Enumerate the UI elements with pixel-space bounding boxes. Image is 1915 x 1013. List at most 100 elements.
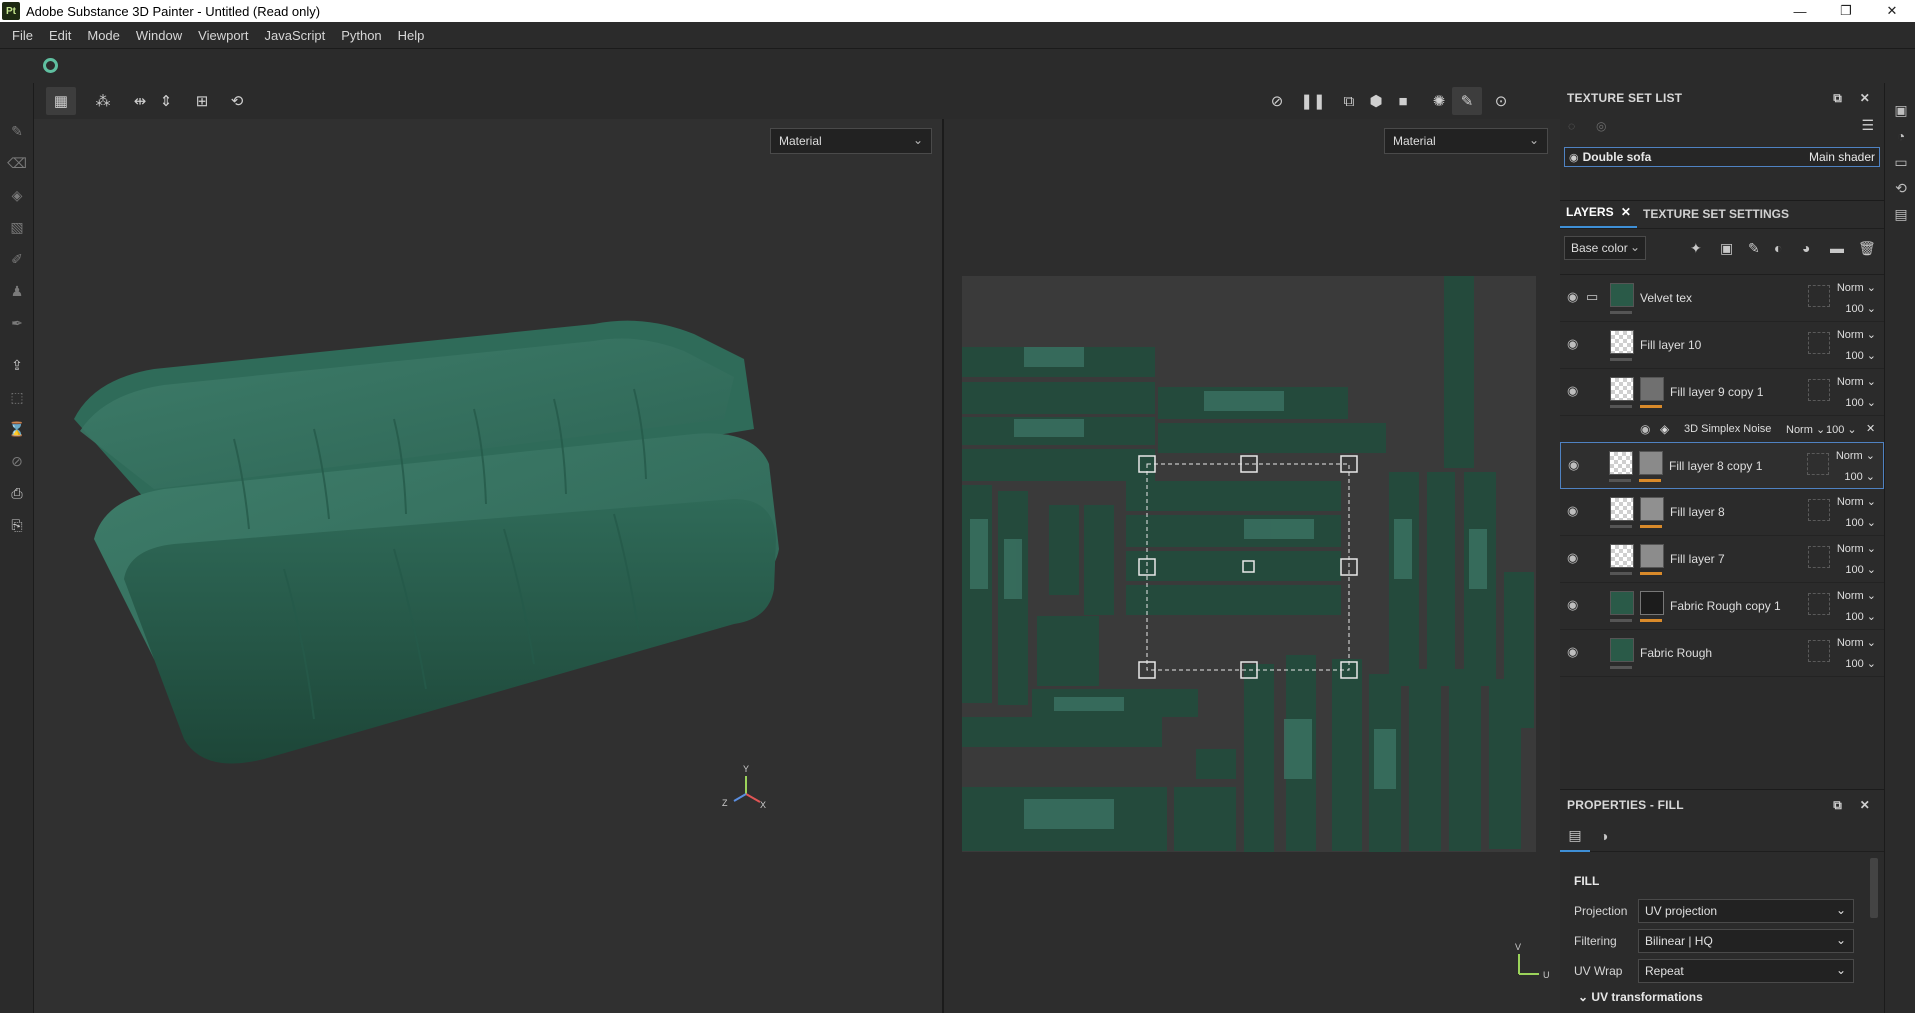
mask-slot[interactable]: [1808, 285, 1830, 307]
layer-fill-10[interactable]: ◉ Fill layer 10 Norm ⌄ 100 ⌄: [1560, 322, 1884, 369]
eye-icon[interactable]: ◉: [1567, 336, 1578, 352]
close-tab-icon[interactable]: ✕: [1621, 205, 1631, 219]
mask-slot[interactable]: [1808, 379, 1830, 401]
menu-help[interactable]: Help: [390, 28, 433, 43]
display-settings-icon[interactable]: ▣: [1892, 101, 1910, 119]
add-folder-icon[interactable]: ▬: [1830, 240, 1844, 256]
eye-icon[interactable]: ◉: [1569, 151, 1579, 164]
mask-thumbnail[interactable]: [1640, 497, 1664, 521]
close-panel-icon[interactable]: ✕: [1860, 91, 1870, 105]
add-mask-icon[interactable]: ▣: [1720, 240, 1733, 257]
blend-mode[interactable]: Norm ⌄: [1837, 636, 1876, 649]
eye-icon[interactable]: ◉: [1567, 597, 1578, 613]
split-view-icon[interactable]: ⧉: [1334, 87, 1364, 115]
layer-fill-9-copy-1[interactable]: ◉ Fill layer 9 copy 1 Norm ⌄ 100 ⌄: [1560, 369, 1884, 416]
history-icon[interactable]: ⟲: [222, 87, 252, 115]
smart-material-icon[interactable]: ◕: [1802, 240, 1810, 256]
texture-set-shader[interactable]: Main shader: [1809, 150, 1875, 164]
filtering-dropdown[interactable]: Bilinear | HQ ⌄: [1638, 929, 1854, 953]
tab-layers[interactable]: LAYERS ✕: [1560, 205, 1637, 228]
effect-3d-simplex-noise[interactable]: ◉ ◈ 3D Simplex Noise Norm ⌄ 100 ⌄ ✕: [1560, 416, 1884, 442]
mask-slot[interactable]: [1808, 593, 1830, 615]
box-icon[interactable]: ⎘: [9, 517, 25, 533]
close-panel-icon[interactable]: ✕: [1860, 798, 1870, 812]
eye-icon[interactable]: ◉: [1567, 503, 1578, 519]
layer-velvet-tex[interactable]: ◉ ▭ Velvet tex Norm ⌄ 100 ⌄: [1560, 275, 1884, 322]
camera-icon[interactable]: ■: [1388, 87, 1418, 115]
texture-set-item[interactable]: ◉ Double sofa Main shader: [1564, 147, 1880, 167]
eye-icon[interactable]: ◉: [1640, 422, 1650, 436]
color-picker-icon[interactable]: ✒: [9, 315, 25, 331]
mask-slot[interactable]: [1808, 640, 1830, 662]
blend-mode[interactable]: Norm ⌄: [1836, 449, 1875, 462]
hide-all-icon[interactable]: ◌: [1568, 119, 1575, 133]
blend-mode[interactable]: Norm ⌄: [1837, 589, 1876, 602]
layer-fabric-rough[interactable]: ◉ Fabric Rough Norm ⌄ 100 ⌄: [1560, 630, 1884, 677]
tab-texture-set-settings[interactable]: TEXTURE SET SETTINGS: [1637, 207, 1795, 228]
measure-icon[interactable]: ⌛: [8, 421, 25, 437]
viewport-3d[interactable]: Material ⌄ Y Z X: [34, 119, 942, 1013]
export-icon[interactable]: ⎙: [9, 485, 25, 501]
light-icon[interactable]: ✺: [1424, 87, 1454, 115]
viewport-2d[interactable]: Material ⌄ V U: [944, 119, 1560, 1013]
brush-ring-icon[interactable]: [43, 58, 58, 73]
layer-fill-8[interactable]: ◉ Fill layer 8 Norm ⌄ 100 ⌄: [1560, 489, 1884, 536]
eye-icon[interactable]: ◉: [1567, 383, 1578, 399]
mask-slot[interactable]: [1807, 453, 1829, 475]
uv-icon[interactable]: ⊘: [9, 453, 25, 469]
smudge-icon[interactable]: ✐: [9, 251, 25, 267]
pause-icon[interactable]: ❚❚: [1298, 87, 1328, 115]
bake-icon[interactable]: ⇪: [9, 357, 25, 373]
polygon-fill-icon[interactable]: ⬚: [9, 389, 25, 405]
effect-opacity[interactable]: 100 ⌄: [1826, 423, 1857, 436]
fill-properties-icon[interactable]: ▤: [1560, 820, 1590, 852]
close-button[interactable]: ✕: [1869, 0, 1915, 22]
layer-fill-8-copy-1[interactable]: ◉ Fill layer 8 copy 1 Norm ⌄ 100 ⌄: [1560, 442, 1884, 489]
menu-file[interactable]: File: [4, 28, 41, 43]
mask-thumbnail[interactable]: [1640, 377, 1664, 401]
opacity-value[interactable]: 100 ⌄: [1845, 610, 1876, 623]
eye-icon[interactable]: ◉: [1568, 457, 1579, 473]
properties-scrollbar[interactable]: [1870, 858, 1878, 918]
eye-icon[interactable]: ◉: [1567, 289, 1578, 305]
menu-mode[interactable]: Mode: [79, 28, 128, 43]
opacity-value[interactable]: 100 ⌄: [1845, 396, 1876, 409]
hide-icon[interactable]: ⊘: [1262, 87, 1292, 115]
grid-options-icon[interactable]: ⁂: [88, 87, 118, 115]
add-view-icon[interactable]: ⊞: [187, 87, 217, 115]
shader-settings-icon[interactable]: ◔: [1892, 127, 1910, 145]
add-fill-layer-icon[interactable]: ◐: [1774, 240, 1782, 256]
clone-stamp-icon[interactable]: ♟: [9, 283, 25, 299]
show-all-icon[interactable]: ◎: [1596, 119, 1606, 133]
grid-view-icon[interactable]: ▦: [46, 87, 76, 115]
mask-thumbnail[interactable]: [1640, 544, 1664, 568]
projection-icon[interactable]: ◈: [9, 187, 25, 203]
layer-fill-7[interactable]: ◉ Fill layer 7 Norm ⌄ 100 ⌄: [1560, 536, 1884, 583]
mask-thumbnail[interactable]: [1639, 451, 1663, 475]
viewer-settings-icon[interactable]: ▭: [1892, 153, 1910, 171]
maximize-button[interactable]: ❐: [1823, 0, 1869, 22]
blend-mode[interactable]: Norm ⌄: [1837, 281, 1876, 294]
projection-dropdown[interactable]: UV projection ⌄: [1638, 899, 1854, 923]
channel-dropdown[interactable]: Base color ⌄: [1564, 236, 1646, 260]
screenshot-icon[interactable]: ⊙: [1486, 87, 1516, 115]
add-effect-icon[interactable]: ✦: [1690, 240, 1702, 257]
opacity-value[interactable]: 100 ⌄: [1844, 470, 1875, 483]
opacity-value[interactable]: 100 ⌄: [1845, 516, 1876, 529]
log-icon[interactable]: ▤: [1892, 205, 1910, 223]
mirror-y-icon[interactable]: ⇕: [151, 87, 181, 115]
add-paint-layer-icon[interactable]: ✎: [1748, 240, 1760, 257]
mask-slot[interactable]: [1808, 332, 1830, 354]
uv-wrap-dropdown[interactable]: Repeat ⌄: [1638, 959, 1854, 983]
cube-icon[interactable]: ⬢: [1361, 87, 1391, 115]
eraser-icon[interactable]: ⌫: [7, 155, 27, 171]
menu-javascript[interactable]: JavaScript: [256, 28, 333, 43]
opacity-value[interactable]: 100 ⌄: [1845, 657, 1876, 670]
effect-blend[interactable]: Norm ⌄: [1786, 423, 1825, 436]
blend-mode[interactable]: Norm ⌄: [1837, 542, 1876, 555]
mask-thumbnail[interactable]: [1640, 591, 1664, 615]
eye-icon[interactable]: ◉: [1567, 550, 1578, 566]
paint-brush-icon[interactable]: ✎: [9, 123, 25, 139]
float-panel-icon[interactable]: ⧉: [1833, 91, 1842, 106]
history-icon[interactable]: ⟲: [1892, 179, 1910, 197]
